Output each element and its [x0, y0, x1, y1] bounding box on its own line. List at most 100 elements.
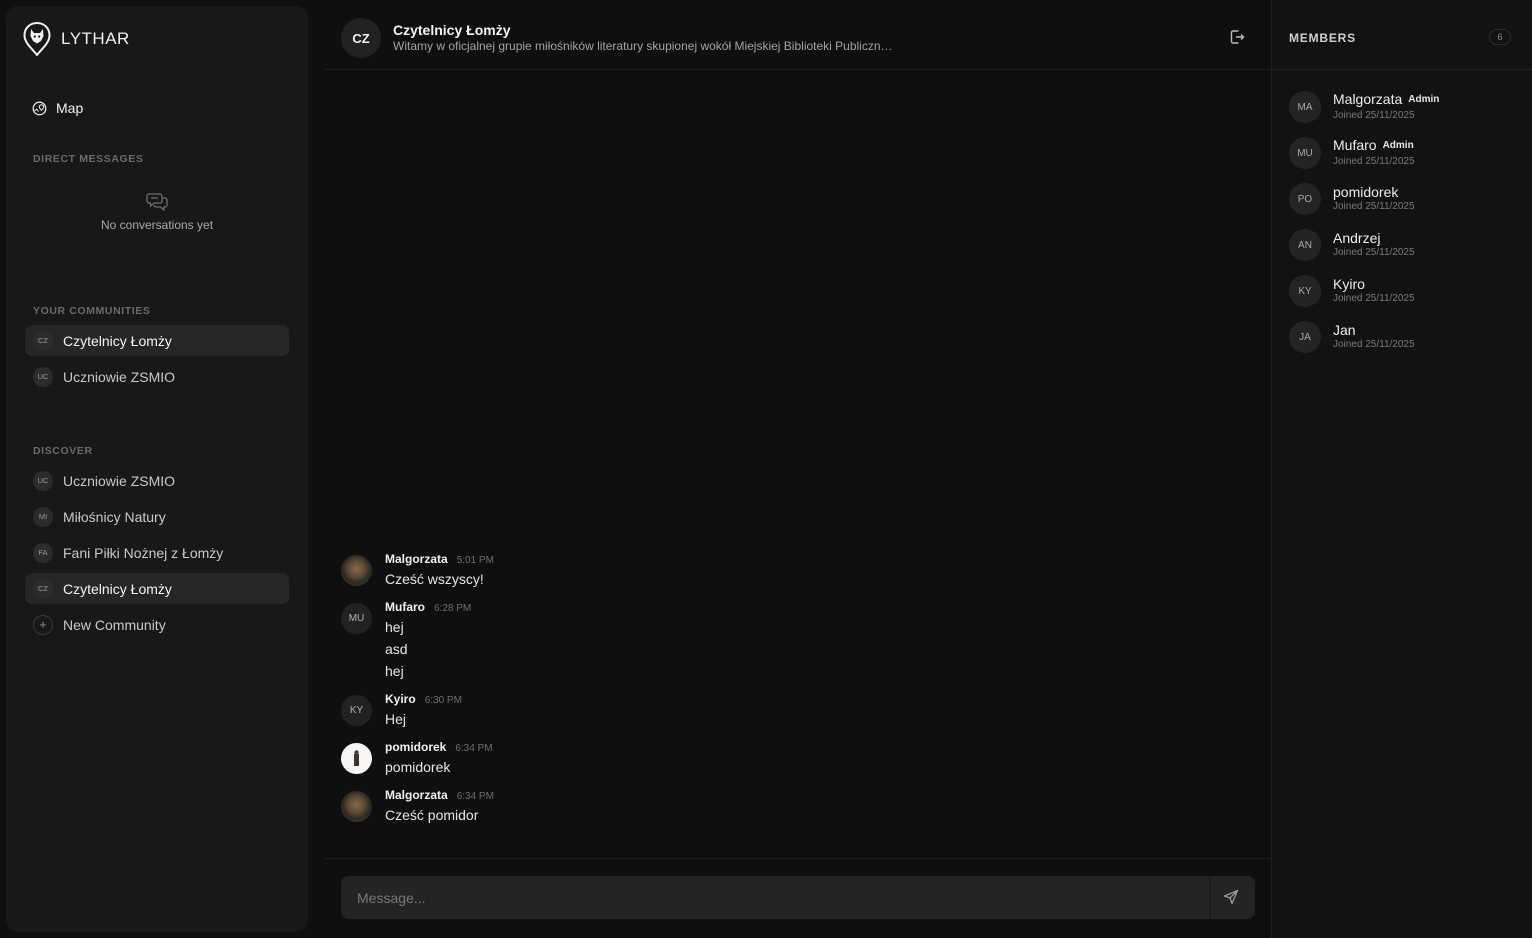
message: Malgorzata 6:34 PM Cześć pomidor — [341, 788, 1241, 824]
new-community-label: New Community — [63, 616, 166, 633]
member-name: Malgorzata — [1333, 91, 1403, 107]
member-joined: Joined 25/11/2025 — [1333, 156, 1415, 167]
discover-section-label: DISCOVER — [33, 445, 93, 457]
member-item[interactable]: KY Kyiro Joined 25/11/2025 — [1289, 268, 1439, 314]
send-icon — [1223, 889, 1239, 905]
message-text: hej — [385, 663, 404, 679]
member-avatar: JA — [1289, 321, 1321, 353]
member-list: MA Malgorzata Admin Joined 25/11/2025 MU … — [1289, 84, 1439, 360]
member-item[interactable]: AN Andrzej Joined 25/11/2025 — [1289, 222, 1439, 268]
message-text: asd — [385, 641, 408, 657]
user-avatar — [341, 791, 372, 822]
community-avatar: CZ — [33, 578, 53, 599]
members-count-badge: 6 — [1489, 29, 1511, 45]
message: KY Kyiro 6:30 PM Hej — [341, 692, 1241, 728]
composer-bar — [325, 858, 1271, 938]
message-author[interactable]: Malgorzata — [385, 788, 448, 802]
communities-list: CZ Czytelnicy Łomży UC Uczniowie ZSMIO — [25, 325, 289, 397]
user-avatar: KY — [341, 695, 372, 726]
discover-list: UC Uczniowie ZSMIO MI Miłośnicy Natury F… — [25, 465, 289, 645]
message-input[interactable] — [341, 876, 1209, 919]
admin-badge: Admin — [1408, 94, 1440, 105]
message-text: pomidorek — [385, 759, 451, 775]
community-header-avatar: CZ — [341, 18, 381, 58]
message-time: 5:01 PM — [456, 555, 494, 566]
map-nav-item[interactable]: Map — [32, 100, 83, 116]
community-avatar: CZ — [33, 330, 53, 351]
message: Malgorzata 5:01 PM Cześć wszyscy! — [341, 552, 1241, 588]
message: MU Mufaro 6:28 PM hej asd hej — [341, 600, 1241, 680]
new-community-button[interactable]: + New Community — [25, 609, 289, 640]
message-time: 6:34 PM — [456, 791, 494, 802]
discover-item-czytelnicy-lomzy[interactable]: CZ Czytelnicy Łomży — [25, 573, 289, 604]
member-name: Andrzej — [1333, 230, 1381, 246]
communities-section-label: YOUR COMMUNITIES — [33, 305, 151, 317]
member-item[interactable]: MA Malgorzata Admin Joined 25/11/2025 — [1289, 84, 1439, 130]
member-item[interactable]: JA Jan Joined 25/11/2025 — [1289, 314, 1439, 360]
community-avatar: MI — [33, 506, 53, 527]
discover-item-uczniowie-zsmio[interactable]: UC Uczniowie ZSMIO — [25, 465, 289, 496]
members-header: MEMBERS 6 — [1272, 0, 1532, 70]
member-item[interactable]: PO pomidorek Joined 25/11/2025 — [1289, 176, 1439, 222]
send-button[interactable] — [1223, 889, 1239, 910]
composer — [341, 876, 1255, 919]
members-panel: MEMBERS 6 MA Malgorzata Admin Joined 25/1… — [1271, 0, 1532, 938]
member-item[interactable]: MU Mufaro Admin Joined 25/11/2025 — [1289, 130, 1439, 176]
community-avatar: UC — [33, 366, 53, 387]
message-time: 6:30 PM — [424, 695, 462, 706]
community-label: Miłośnicy Natury — [63, 508, 166, 525]
sidebar: LYTHAR Map DIRECT MESSAGES No conversati… — [6, 6, 308, 932]
member-avatar: MU — [1289, 137, 1321, 169]
member-avatar: PO — [1289, 183, 1321, 215]
discover-item-milosnicy-natury[interactable]: MI Miłośnicy Natury — [25, 501, 289, 532]
brand[interactable]: LYTHAR — [23, 22, 130, 56]
discover-item-fani-pilki-noznej[interactable]: FA Fani Piłki Nożnej z Łomży — [25, 537, 289, 568]
dm-section-label: DIRECT MESSAGES — [33, 153, 144, 165]
message-list: Malgorzata 5:01 PM Cześć wszyscy! MU Muf… — [341, 552, 1241, 836]
community-label: Czytelnicy Łomży — [63, 332, 172, 349]
admin-badge: Admin — [1382, 140, 1414, 151]
member-avatar: MA — [1289, 91, 1321, 123]
community-title: Czytelnicy Łomży — [393, 22, 511, 38]
map-pin-icon — [32, 101, 47, 115]
message-text: Hej — [385, 711, 407, 727]
message-author[interactable]: Kyiro — [385, 692, 416, 706]
user-photo-icon — [354, 750, 359, 766]
user-avatar — [341, 743, 372, 774]
app-root: LYTHAR Map DIRECT MESSAGES No conversati… — [0, 0, 1532, 938]
members-title: MEMBERS — [1289, 31, 1356, 45]
community-item-uczniowie-zsmio[interactable]: UC Uczniowie ZSMIO — [25, 361, 289, 392]
community-label: Uczniowie ZSMIO — [63, 368, 176, 385]
plus-icon: + — [33, 614, 53, 635]
user-avatar — [341, 555, 372, 586]
user-avatar: MU — [341, 603, 372, 634]
message-author[interactable]: Mufaro — [385, 600, 425, 614]
message-text: Cześć wszyscy! — [385, 571, 484, 587]
map-label: Map — [56, 100, 84, 116]
member-joined: Joined 25/11/2025 — [1333, 201, 1415, 212]
message-text: Cześć pomidor — [385, 807, 479, 823]
member-avatar: KY — [1289, 275, 1321, 307]
brand-name: LYTHAR — [61, 29, 130, 48]
member-avatar: AN — [1289, 229, 1321, 261]
leave-community-button[interactable] — [1229, 29, 1245, 50]
member-joined: Joined 25/11/2025 — [1333, 247, 1415, 258]
dm-empty-state: No conversations yet — [6, 190, 308, 232]
chat-bubbles-icon — [146, 193, 168, 212]
message-text: hej — [385, 619, 404, 635]
community-avatar: UC — [33, 470, 53, 491]
community-label: Fani Piłki Nożnej z Łomży — [63, 544, 224, 561]
composer-divider — [1209, 876, 1211, 919]
message-time: 6:34 PM — [455, 743, 493, 754]
dm-empty-text: No conversations yet — [100, 218, 214, 232]
message-author[interactable]: Malgorzata — [385, 552, 448, 566]
message-time: 6:28 PM — [434, 603, 472, 614]
chat-panel: CZ Czytelnicy Łomży Witamy w oficjalnej … — [325, 0, 1271, 938]
community-label: Czytelnicy Łomży — [63, 580, 172, 597]
message: pomidorek 6:34 PM pomidorek — [341, 740, 1241, 776]
community-item-czytelnicy-lomzy[interactable]: CZ Czytelnicy Łomży — [25, 325, 289, 356]
community-avatar: FA — [33, 542, 53, 563]
wolf-pin-logo-icon — [23, 22, 51, 56]
member-joined: Joined 25/11/2025 — [1333, 293, 1415, 304]
message-author[interactable]: pomidorek — [385, 740, 446, 754]
